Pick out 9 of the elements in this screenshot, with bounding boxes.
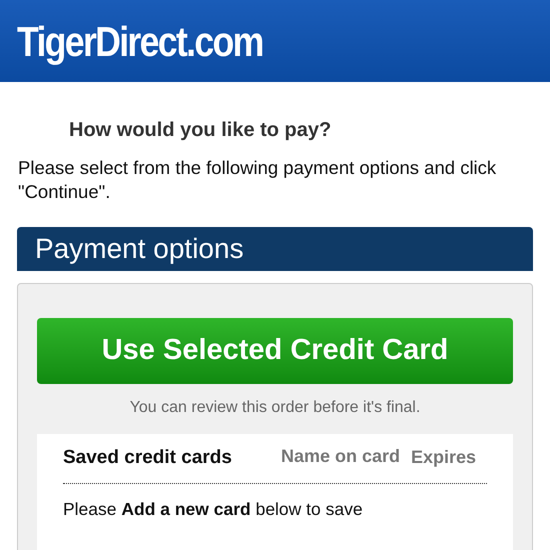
section-header: Payment options bbox=[17, 227, 533, 271]
review-note: You can review this order before it's final. bbox=[128, 398, 422, 418]
logo[interactable]: TigerDirect.com bbox=[17, 10, 263, 72]
column-header: Expires bbox=[411, 446, 476, 469]
instructions-text: Please select from the following payment options and click "Continue". bbox=[18, 156, 498, 204]
column-header: Name on card bbox=[281, 445, 402, 468]
page-heading: How would you like to pay? bbox=[69, 118, 332, 142]
column-header: Saved credit cards bbox=[63, 446, 233, 470]
add-card-message: Please Add a new card below to save bbox=[63, 498, 364, 520]
